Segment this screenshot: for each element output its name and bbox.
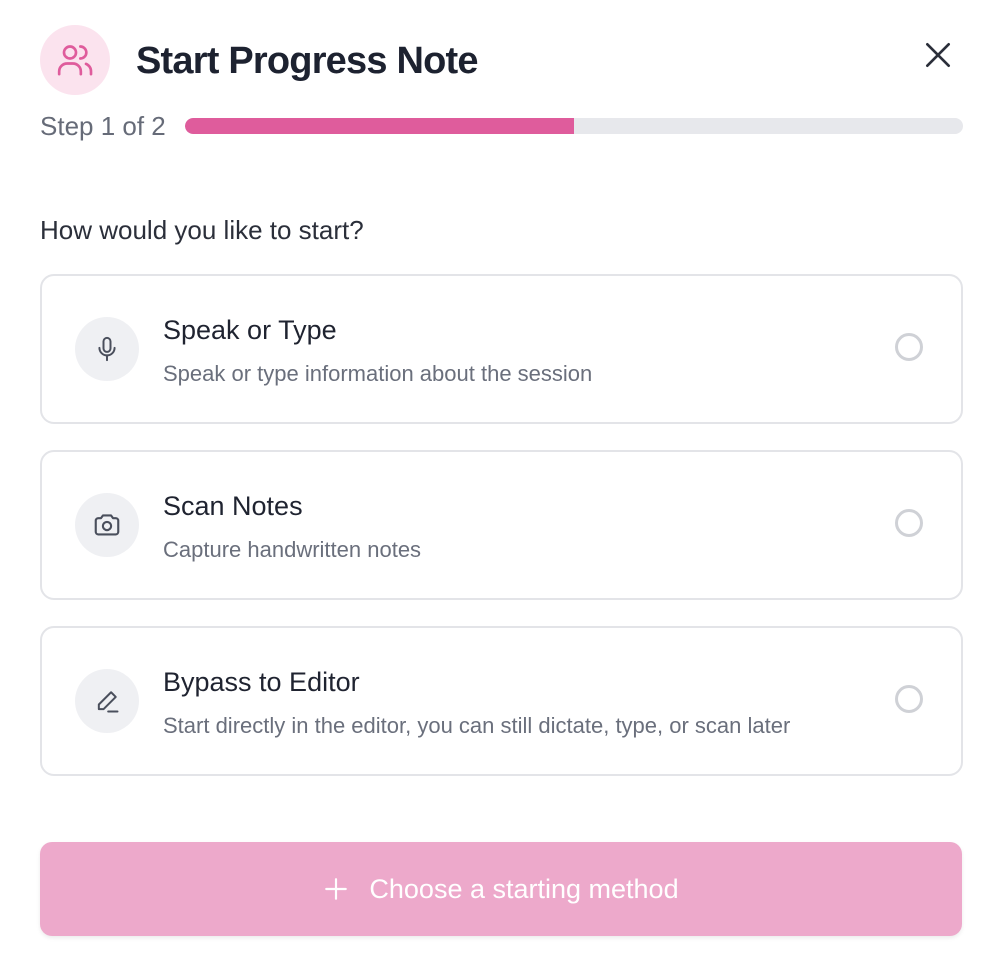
step-progress: Step 1 of 2: [40, 108, 963, 144]
option-radio[interactable]: [895, 685, 923, 713]
option-description: Capture handwritten notes: [163, 537, 422, 562]
option-title: Bypass to Editor: [163, 667, 360, 697]
close-icon: [926, 43, 950, 67]
microphone-icon: [75, 317, 139, 381]
camera-icon: [75, 493, 139, 557]
choose-starting-method-button[interactable]: Choose a starting method: [40, 842, 962, 936]
option-description: Speak or type information about the sess…: [163, 361, 593, 386]
close-button[interactable]: [920, 37, 956, 73]
option-bypass-to-editor[interactable]: Bypass to Editor Start directly in the e…: [40, 626, 963, 776]
users-icon: [40, 25, 110, 95]
question-label: How would you like to start?: [40, 215, 364, 245]
option-title: Scan Notes: [163, 491, 303, 521]
dialog-header: Start Progress Note: [40, 25, 962, 97]
pencil-icon: [75, 669, 139, 733]
option-title: Speak or Type: [163, 315, 337, 345]
option-scan-notes[interactable]: Scan Notes Capture handwritten notes: [40, 450, 963, 600]
plus-icon: [323, 876, 349, 902]
progress-bar-fill: [185, 118, 574, 134]
option-speak-or-type[interactable]: Speak or Type Speak or type information …: [40, 274, 963, 424]
option-description: Start directly in the editor, you can st…: [163, 713, 791, 738]
option-radio[interactable]: [895, 509, 923, 537]
option-radio[interactable]: [895, 333, 923, 361]
primary-button-label: Choose a starting method: [369, 873, 679, 904]
step-label: Step 1 of 2: [40, 111, 166, 141]
dialog-title: Start Progress Note: [136, 40, 478, 82]
progress-bar: [185, 118, 963, 134]
